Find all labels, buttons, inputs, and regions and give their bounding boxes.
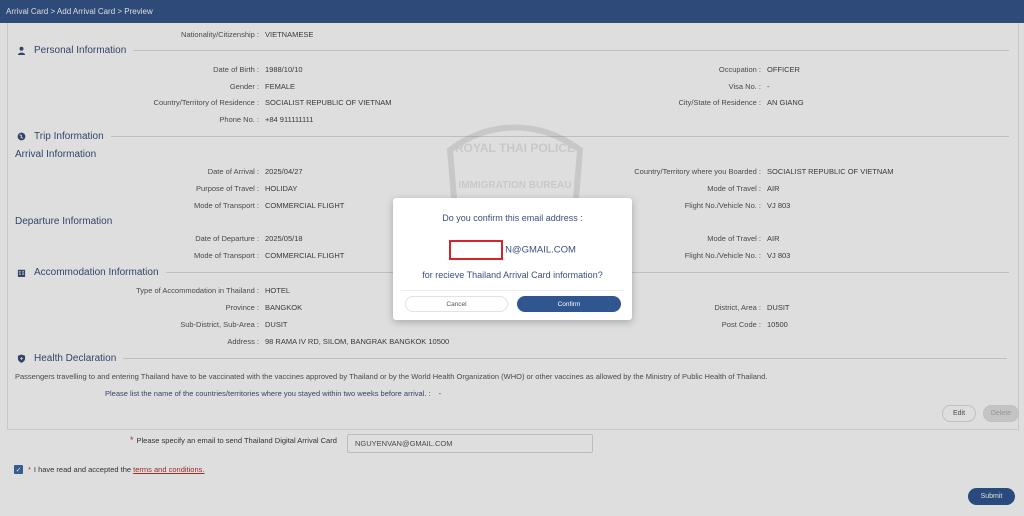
dialog-divider bbox=[401, 290, 624, 291]
svg-text:ROYAL THAI POLICE: ROYAL THAI POLICE bbox=[455, 141, 575, 155]
redaction-box bbox=[449, 240, 504, 260]
dialog-question: Do you confirm this email address : bbox=[442, 213, 583, 223]
cancel-button[interactable]: Cancel bbox=[405, 296, 508, 312]
dialog-email: N@GMAIL.COM bbox=[393, 240, 632, 260]
confirm-button[interactable]: Confirm bbox=[517, 296, 621, 312]
dialog-email-text: N@GMAIL.COM bbox=[505, 244, 576, 256]
dialog-purpose: for recieve Thailand Arrival Card inform… bbox=[422, 270, 603, 280]
confirm-email-dialog: Do you confirm this email address : N@GM… bbox=[393, 198, 632, 320]
svg-text:IMMIGRATION BUREAU: IMMIGRATION BUREAU bbox=[458, 180, 571, 191]
